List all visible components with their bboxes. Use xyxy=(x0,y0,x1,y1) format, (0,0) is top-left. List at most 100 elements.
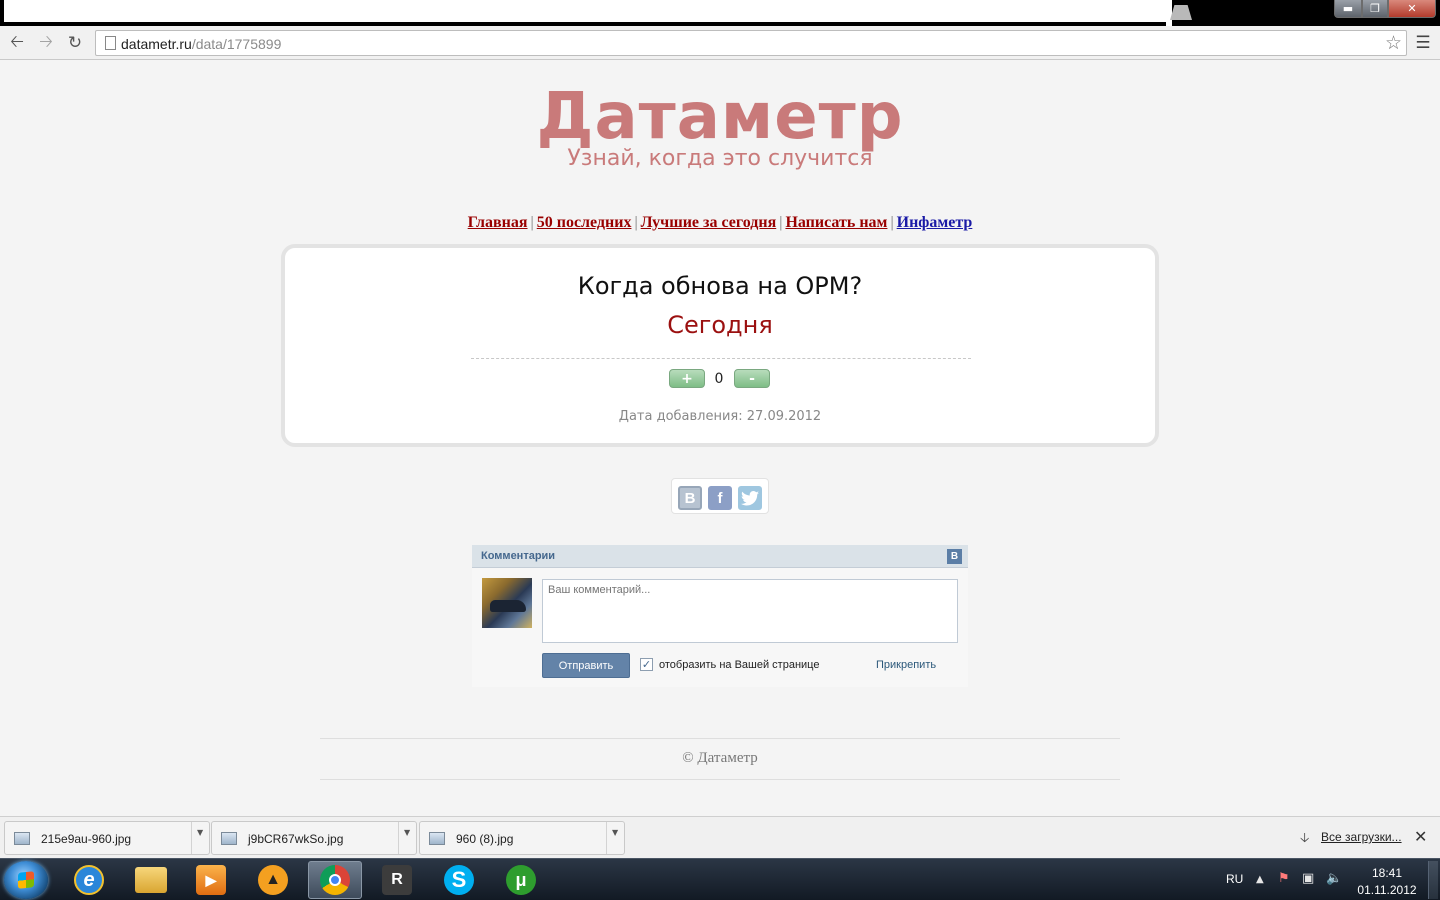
all-downloads-link[interactable]: Все загрузки... xyxy=(1321,830,1402,844)
utorrent-icon: μ xyxy=(506,865,536,895)
download-item[interactable]: 960 (8).jpg ▼ xyxy=(419,821,625,855)
minimize-button[interactable]: ▬ xyxy=(1334,0,1362,18)
facebook-share-icon[interactable]: f xyxy=(708,486,732,510)
twitter-bird-icon xyxy=(741,490,759,505)
show-on-page-checkbox[interactable]: ✓ xyxy=(640,658,653,671)
reload-icon: ↻ xyxy=(67,33,83,53)
taskbar-windows-explorer[interactable] xyxy=(124,861,178,899)
comments-widget: Комментарии B Отправить ✓ отобразить на … xyxy=(472,545,968,687)
close-window-button[interactable]: ✕ xyxy=(1388,0,1436,18)
download-split xyxy=(606,822,607,854)
chevron-down-icon[interactable]: ▼ xyxy=(197,828,203,837)
nav-link-write-us[interactable]: Написать нам xyxy=(785,214,887,231)
card-divider xyxy=(471,358,971,359)
nav-separator: | xyxy=(530,214,534,231)
network-icon[interactable]: ▣ xyxy=(1302,871,1314,886)
taskbar-internet-explorer[interactable]: e xyxy=(62,861,116,899)
footer-divider xyxy=(320,738,1120,739)
vote-down-button[interactable]: - xyxy=(734,369,770,388)
new-tab-button[interactable] xyxy=(1170,5,1192,20)
taskbar-rockstar[interactable]: R xyxy=(370,861,424,899)
minimize-icon: ▬ xyxy=(1342,2,1354,15)
back-button[interactable]: 🡠 xyxy=(6,32,28,54)
nav-separator: | xyxy=(890,214,894,231)
comment-input[interactable] xyxy=(542,579,958,643)
url-path: /data/1775899 xyxy=(191,36,282,52)
checkmark-icon: ✓ xyxy=(641,658,652,671)
nav-separator: | xyxy=(634,214,638,231)
browser-toolbar: 🡠 🡢 ↻ datametr.ru/data/1775899 ☆ ☰ xyxy=(0,26,1440,60)
vote-count: 0 xyxy=(714,371,724,387)
event-answer: Сегодня xyxy=(667,311,773,339)
submit-comment-button[interactable]: Отправить xyxy=(542,653,630,678)
volume-icon[interactable]: 🔈 xyxy=(1326,871,1342,886)
download-item[interactable]: 215e9au-960.jpg ▼ xyxy=(4,821,210,855)
forward-button[interactable]: 🡢 xyxy=(35,32,57,54)
hamburger-icon: ☰ xyxy=(1415,33,1431,53)
chrome-center xyxy=(329,874,341,886)
image-file-icon xyxy=(429,832,445,845)
taskbar-skype[interactable]: S xyxy=(432,861,486,899)
windows-taskbar: e ▶ ▲ R S μ RU ▲ ⚑ ▣ 🔈 18:41 01.11.2012 xyxy=(0,858,1440,900)
vote-up-button[interactable]: + xyxy=(669,369,705,388)
tab-strip: ▬ ❐ ✕ xyxy=(0,0,1440,26)
browser-menu-button[interactable]: ☰ xyxy=(1414,33,1432,53)
chevron-down-icon[interactable]: ▼ xyxy=(404,828,410,837)
vk-share-icon[interactable]: B xyxy=(678,486,702,510)
clock-time[interactable]: 18:41 xyxy=(1356,866,1418,880)
event-question: Когда обнова на OPM? xyxy=(577,272,863,300)
image-file-icon xyxy=(221,832,237,845)
taskbar-chrome[interactable] xyxy=(308,861,362,899)
nav-link-last-50[interactable]: 50 последних xyxy=(537,214,632,231)
download-item[interactable]: j9bCR67wkSo.jpg ▼ xyxy=(211,821,417,855)
avatar-car-image xyxy=(490,600,526,612)
aimp-icon: ▲ xyxy=(258,865,288,895)
twitter-share-icon[interactable] xyxy=(738,486,762,510)
date-added: Дата добавления: 27.09.2012 xyxy=(618,409,822,424)
event-card: Когда обнова на OPM? Сегодня + 0 - Дата … xyxy=(281,244,1159,447)
taskbar-utorrent[interactable]: μ xyxy=(494,861,548,899)
show-on-page-label[interactable]: отобразить на Вашей странице xyxy=(659,659,819,671)
address-bar[interactable]: datametr.ru/data/1775899 ☆ xyxy=(95,30,1407,56)
url-host: datametr.ru xyxy=(121,36,192,52)
site-logo[interactable]: Датаметр xyxy=(0,80,1440,154)
windows-logo-icon xyxy=(18,871,34,889)
arrow-left-icon: 🡠 xyxy=(10,31,24,52)
page-icon xyxy=(105,36,116,50)
close-downloads-bar-icon[interactable]: ✕ xyxy=(1414,827,1427,846)
download-arrow-icon: 🡣 xyxy=(1300,831,1310,846)
footer-divider xyxy=(320,779,1120,780)
restore-icon: ❐ xyxy=(1370,2,1380,15)
avatar[interactable] xyxy=(482,578,532,628)
close-icon: ✕ xyxy=(1407,2,1417,15)
start-button[interactable] xyxy=(4,861,48,899)
input-language[interactable]: RU xyxy=(1226,872,1243,886)
taskbar-media-player[interactable]: ▶ xyxy=(184,861,238,899)
bookmark-star-icon[interactable]: ☆ xyxy=(1385,32,1402,54)
taskbar-aimp[interactable]: ▲ xyxy=(246,861,300,899)
maximize-button[interactable]: ❐ xyxy=(1362,0,1388,18)
url-text[interactable]: datametr.ru/data/1775899 xyxy=(121,36,281,52)
comments-title: Комментарии xyxy=(481,550,556,562)
comments-header: Комментарии B xyxy=(472,545,968,568)
media-player-icon: ▶ xyxy=(196,865,226,895)
main-nav: Главная | 50 последних | Лучшие за сегодня | Н… xyxy=(0,214,1440,232)
browser-tab[interactable] xyxy=(4,0,1166,22)
clock-date[interactable]: 01.11.2012 xyxy=(1356,883,1418,897)
folder-icon xyxy=(135,867,167,893)
arrow-right-icon: 🡢 xyxy=(39,31,53,52)
show-hidden-icons-icon[interactable]: ▲ xyxy=(1256,874,1264,885)
download-filename: 960 (8).jpg xyxy=(456,832,514,846)
reload-button[interactable]: ↻ xyxy=(64,32,86,54)
download-filename: 215e9au-960.jpg xyxy=(41,832,132,846)
download-split xyxy=(191,822,192,854)
nav-link-infametr[interactable]: Инфаметр xyxy=(897,214,973,231)
chevron-down-icon[interactable]: ▼ xyxy=(612,828,618,837)
action-center-flag-icon[interactable]: ⚑ xyxy=(1278,871,1290,886)
vk-logo-icon[interactable]: B xyxy=(947,549,962,564)
share-buttons: B f xyxy=(671,478,769,514)
attach-link[interactable]: Прикрепить xyxy=(876,659,936,671)
nav-link-home[interactable]: Главная xyxy=(468,214,528,231)
nav-link-best-today[interactable]: Лучшие за сегодня xyxy=(641,214,777,231)
show-desktop-button[interactable] xyxy=(1428,861,1438,899)
